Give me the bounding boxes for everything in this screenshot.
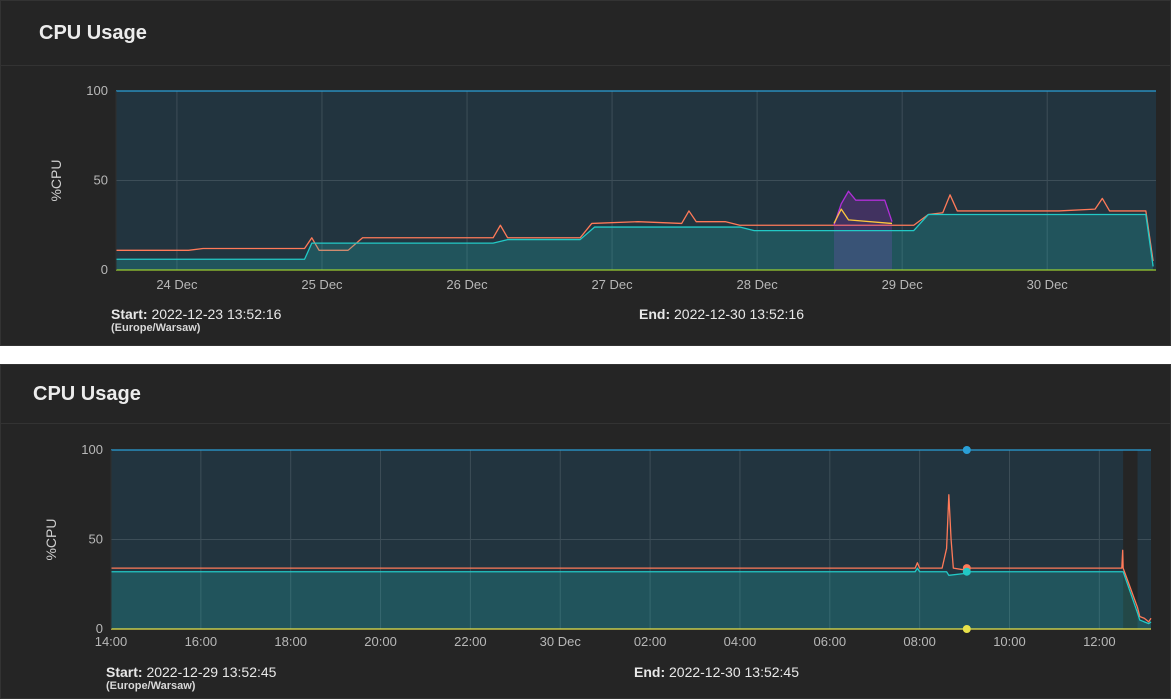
x-tick-label: 27 Dec — [591, 277, 633, 292]
timezone-label: (Europe/Warsaw) — [106, 680, 196, 692]
hover-marker — [962, 567, 971, 576]
y-tick-label: 100 — [81, 442, 103, 457]
panel-header: CPU Usage — [1, 365, 1170, 424]
x-tick-label: 22:00 — [454, 634, 487, 649]
end-label: End: — [634, 664, 666, 680]
x-tick-label: 24 Dec — [156, 277, 198, 292]
x-tick-label: 29 Dec — [882, 277, 924, 292]
y-tick-label: 50 — [94, 173, 108, 188]
x-tick-label: 18:00 — [274, 634, 307, 649]
y-axis-label: %CPU — [48, 159, 64, 201]
x-tick-label: 30 Dec — [1027, 277, 1069, 292]
x-tick-label: 26 Dec — [446, 277, 488, 292]
cpu-usage-chart-weekly[interactable]: 24 Dec 25 Dec 26 Dec 27 Dec 28 Dec 29 Dec 30 D… — [1, 65, 1171, 305]
x-tick-label: 14:00 — [95, 634, 128, 649]
start-value: 2022-12-29 13:52:45 — [146, 664, 277, 680]
cpu-usage-panel-daily: CPU Usage 14:00 16:00 18:00 20:00 22:00 30 De… — [0, 364, 1171, 699]
hover-marker — [962, 446, 971, 454]
x-tick-label: 12:00 — [1083, 634, 1116, 649]
start-label: Start: — [111, 306, 148, 322]
series-area — [111, 568, 1151, 629]
x-tick-label: 16:00 — [185, 634, 218, 649]
timezone-label: (Europe/Warsaw) — [111, 322, 201, 334]
cpu-usage-panel-weekly: CPU Usage 24 Dec 25 Dec 26 Dec 27 Dec 28 Dec… — [0, 0, 1171, 346]
end-value: 2022-12-30 13:52:16 — [674, 306, 804, 322]
end-value: 2022-12-30 13:52:45 — [669, 664, 799, 680]
x-tick-label: 04:00 — [724, 634, 757, 649]
y-tick-label: 50 — [89, 532, 103, 547]
x-tick-label: 08:00 — [903, 634, 936, 649]
end-label: End: — [639, 306, 671, 322]
start-label: Start: — [106, 664, 143, 680]
y-axis-label: %CPU — [43, 518, 59, 560]
x-tick-label: 02:00 — [634, 634, 667, 649]
x-tick-label: 20:00 — [364, 634, 397, 649]
x-tick-label: 30 Dec — [540, 634, 582, 649]
y-tick-label: 0 — [96, 621, 103, 636]
x-tick-label: 28 Dec — [737, 277, 779, 292]
start-value: 2022-12-23 13:52:16 — [151, 306, 282, 322]
x-tick-label: 06:00 — [814, 634, 847, 649]
y-tick-label: 100 — [86, 83, 108, 98]
panel-title: CPU Usage — [39, 21, 147, 44]
cpu-usage-chart-daily[interactable]: 14:00 16:00 18:00 20:00 22:00 30 Dec 02:00 04:0… — [1, 423, 1171, 659]
panel-title: CPU Usage — [33, 382, 141, 405]
x-tick-label: 25 Dec — [301, 277, 343, 292]
panel-header: CPU Usage — [1, 1, 1170, 66]
y-tick-label: 0 — [101, 262, 108, 277]
x-tick-label: 10:00 — [993, 634, 1026, 649]
hover-marker — [962, 625, 971, 633]
